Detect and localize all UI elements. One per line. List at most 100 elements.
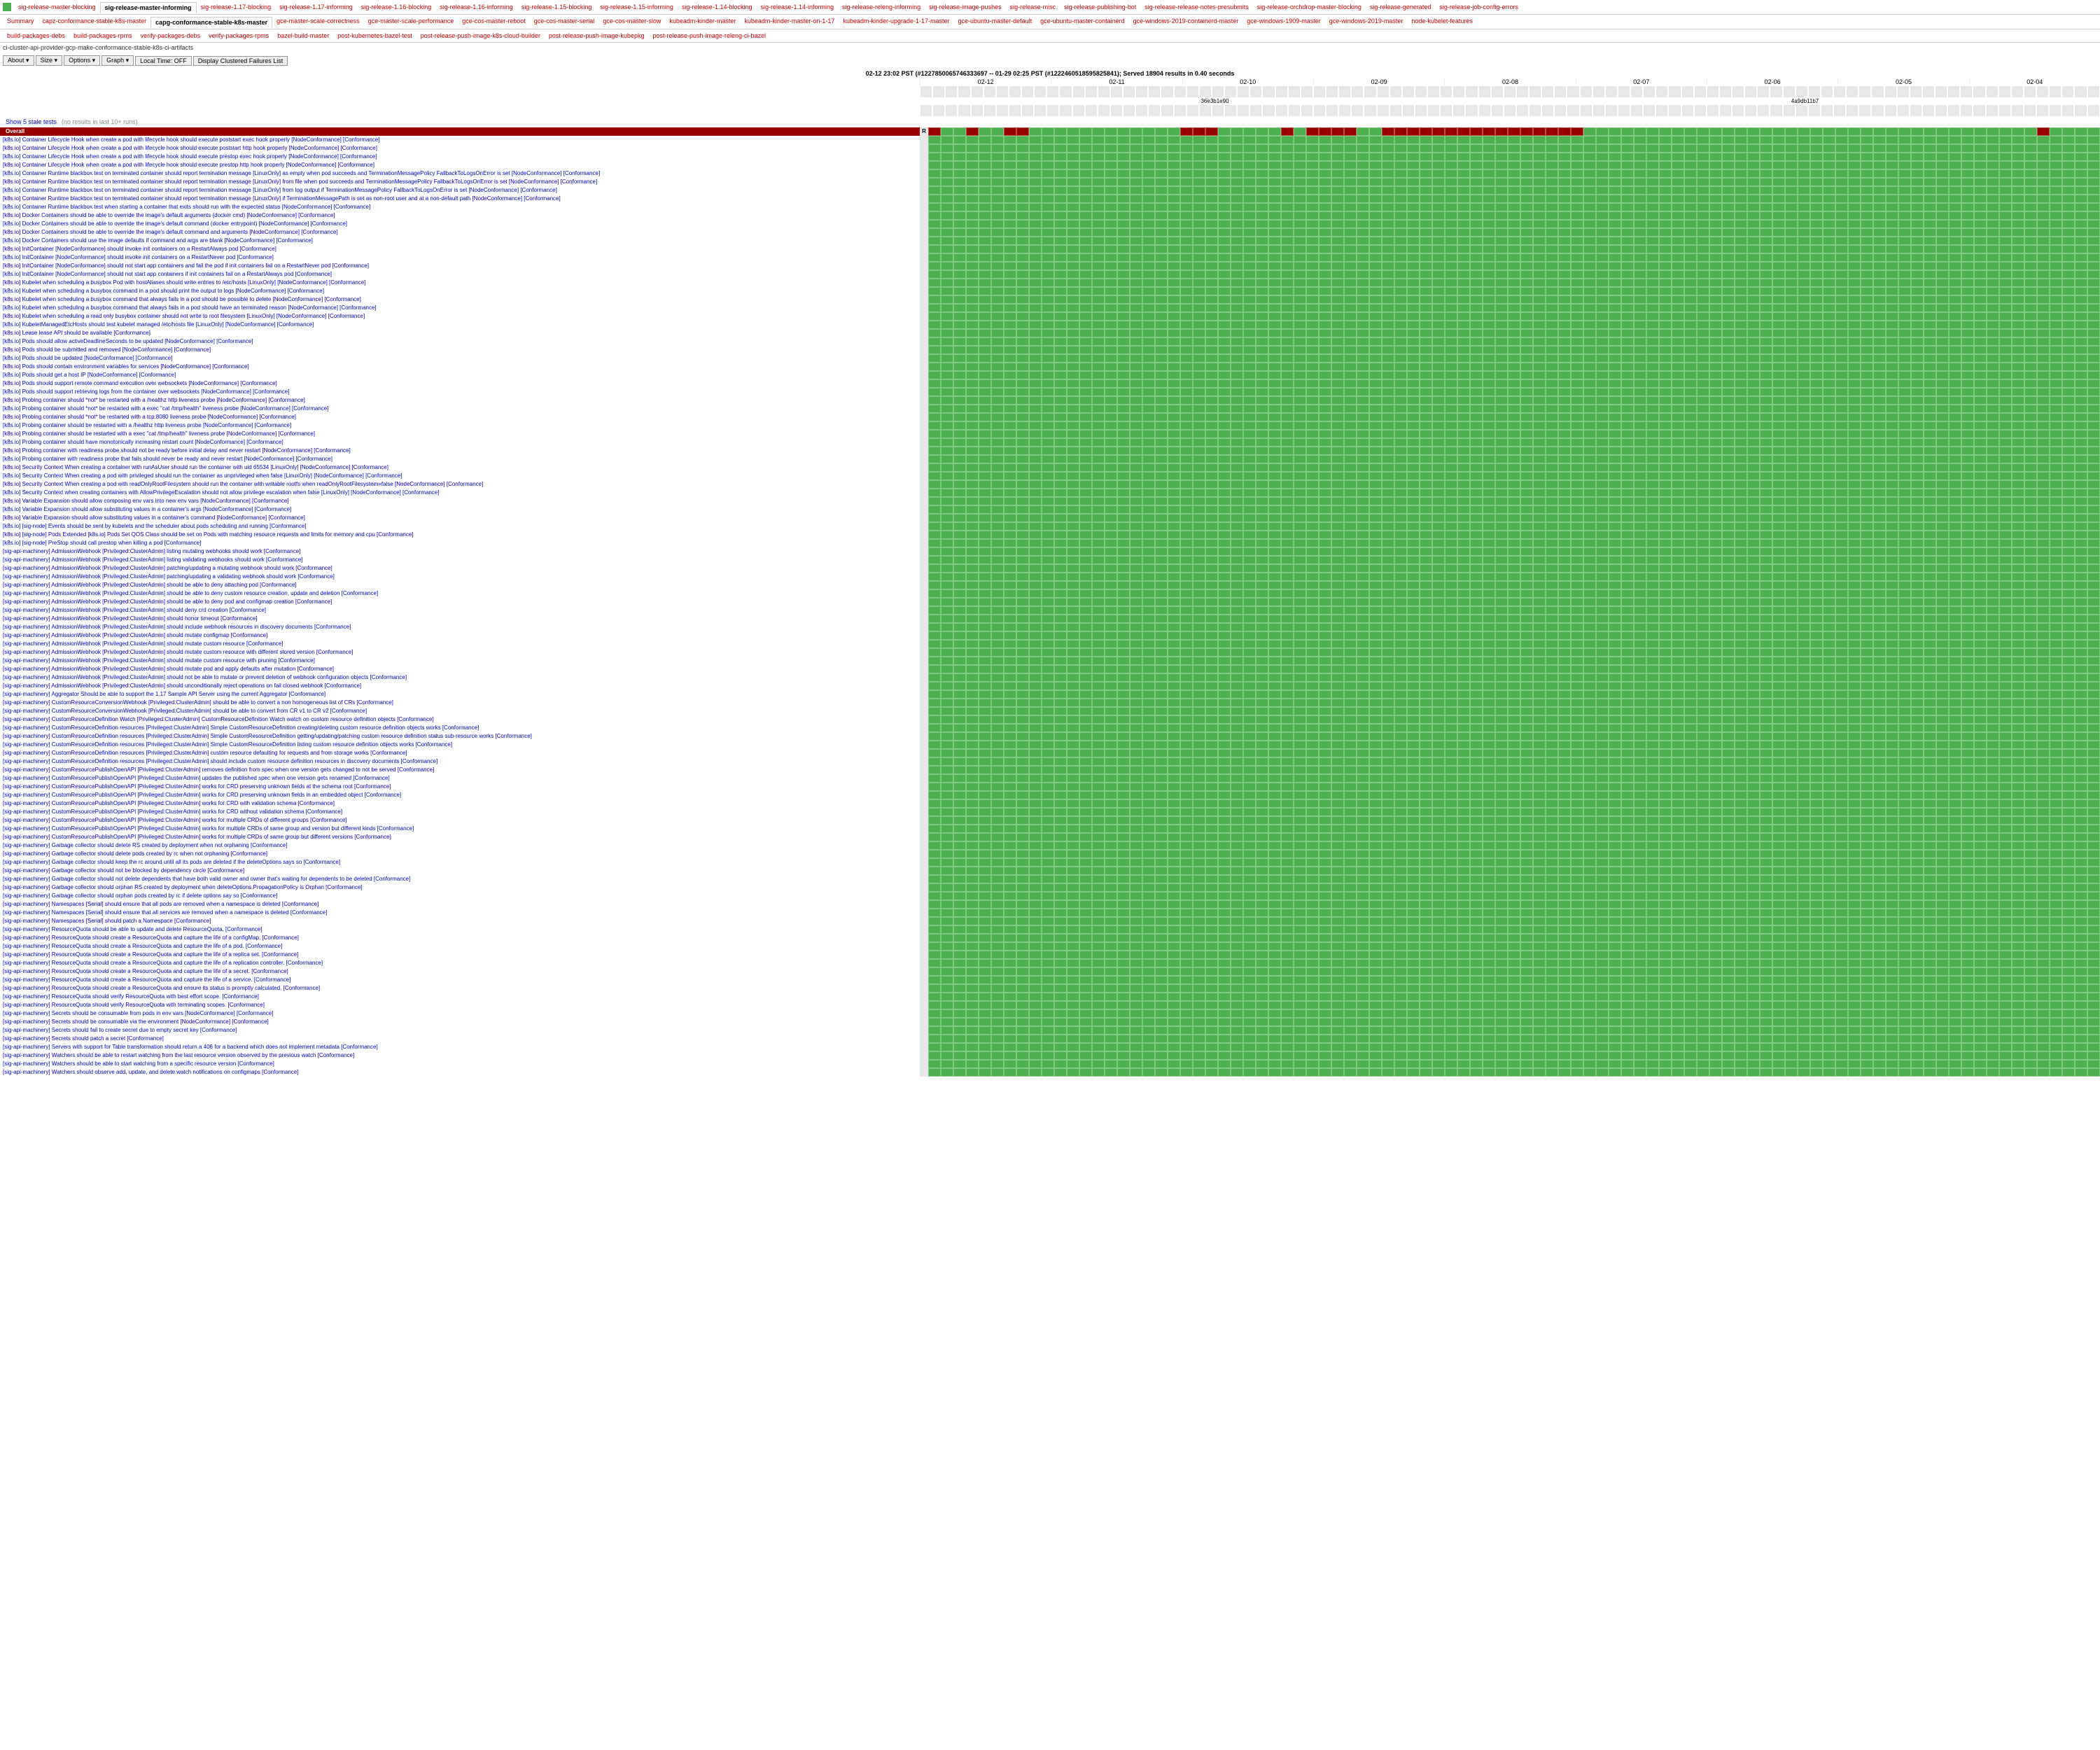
result-cell[interactable] [1810, 363, 1823, 371]
result-cell[interactable] [991, 279, 1004, 287]
result-cell[interactable] [979, 237, 991, 245]
result-cell[interactable] [1546, 287, 1558, 295]
result-cell[interactable] [1243, 195, 1256, 203]
result-cell[interactable] [1911, 438, 1924, 447]
result-cell[interactable] [1445, 354, 1457, 363]
result-cell[interactable] [1281, 472, 1294, 480]
result-cell[interactable] [941, 522, 953, 531]
result-cell[interactable] [1306, 329, 1319, 337]
result-cell[interactable] [1709, 438, 1722, 447]
result-cell[interactable] [2050, 438, 2062, 447]
result-cell[interactable] [1546, 497, 1558, 505]
result-cell[interactable] [1760, 270, 1772, 279]
result-cell[interactable] [1407, 421, 1420, 430]
result-cell[interactable] [1571, 270, 1583, 279]
result-cell[interactable] [1495, 447, 1508, 455]
result-cell[interactable] [1798, 531, 1810, 539]
result-cell[interactable] [1357, 195, 1369, 203]
result-cell[interactable] [941, 270, 953, 279]
result-cell[interactable] [1835, 237, 1848, 245]
result-cell[interactable] [1861, 245, 1873, 253]
result-cell[interactable] [966, 127, 979, 136]
grid-header-cell[interactable] [1846, 85, 1858, 98]
result-cell[interactable] [1659, 505, 1672, 514]
result-cell[interactable] [1520, 312, 1533, 321]
result-cell[interactable] [1394, 169, 1407, 178]
result-cell[interactable] [1987, 169, 1999, 178]
result-cell[interactable] [1016, 287, 1029, 295]
result-cell[interactable] [1835, 337, 1848, 346]
result-cell[interactable] [1546, 186, 1558, 195]
result-cell[interactable] [953, 279, 966, 287]
result-cell[interactable] [1016, 262, 1029, 270]
result-cell[interactable] [1294, 489, 1306, 497]
result-cell[interactable] [2087, 396, 2100, 405]
result-cell[interactable] [1168, 304, 1180, 312]
result-cell[interactable] [1445, 472, 1457, 480]
result-cell[interactable] [1130, 472, 1142, 480]
result-cell[interactable] [1281, 514, 1294, 522]
result-cell[interactable] [1798, 480, 1810, 489]
result-cell[interactable] [1596, 371, 1609, 379]
result-cell[interactable] [1571, 489, 1583, 497]
result-cell[interactable] [1974, 211, 1987, 220]
result-cell[interactable] [2087, 522, 2100, 531]
result-cell[interactable] [1798, 295, 1810, 304]
result-cell[interactable] [1243, 396, 1256, 405]
result-cell[interactable] [1709, 169, 1722, 178]
result-cell[interactable] [2012, 396, 2024, 405]
result-cell[interactable] [1029, 220, 1042, 228]
result-cell[interactable] [2062, 388, 2075, 396]
result-cell[interactable] [1684, 220, 1697, 228]
result-cell[interactable] [1873, 262, 1886, 270]
result-cell[interactable] [1344, 169, 1357, 178]
result-cell[interactable] [1621, 144, 1634, 153]
result-cell[interactable] [1924, 514, 1936, 522]
result-cell[interactable] [1520, 245, 1533, 253]
result-cell[interactable] [1369, 363, 1382, 371]
result-cell[interactable] [2024, 253, 2037, 262]
result-cell[interactable] [979, 489, 991, 497]
result-cell[interactable] [1054, 161, 1067, 169]
result-cell[interactable] [1432, 312, 1445, 321]
result-cell[interactable] [1231, 379, 1243, 388]
result-cell[interactable] [1546, 371, 1558, 379]
result-cell[interactable] [1835, 480, 1848, 489]
grid-header-cell[interactable] [1072, 104, 1085, 117]
result-cell[interactable] [1646, 489, 1659, 497]
result-cell[interactable] [1205, 228, 1218, 237]
result-cell[interactable] [1168, 144, 1180, 153]
result-cell[interactable] [1974, 127, 1987, 136]
result-cell[interactable] [1382, 195, 1394, 203]
grid-header-cell[interactable] [1960, 85, 1973, 98]
result-cell[interactable] [1130, 455, 1142, 463]
result-cell[interactable] [1987, 396, 1999, 405]
result-cell[interactable] [1357, 312, 1369, 321]
result-cell[interactable] [1029, 438, 1042, 447]
grid-header-cell[interactable] [1516, 104, 1529, 117]
result-cell[interactable] [1659, 127, 1672, 136]
result-cell[interactable] [1205, 304, 1218, 312]
top-tab[interactable]: sig-release-1.14-blocking [678, 2, 757, 12]
result-cell[interactable] [2050, 186, 2062, 195]
result-cell[interactable] [1256, 321, 1268, 329]
result-cell[interactable] [1004, 438, 1016, 447]
result-cell[interactable] [1281, 144, 1294, 153]
result-cell[interactable] [1823, 522, 1835, 531]
result-cell[interactable] [1357, 127, 1369, 136]
result-cell[interactable] [1722, 455, 1735, 463]
result-cell[interactable] [1747, 379, 1760, 388]
result-cell[interactable] [1092, 480, 1105, 489]
result-cell[interactable] [2050, 346, 2062, 354]
result-cell[interactable] [1949, 531, 1961, 539]
result-cell[interactable] [1420, 237, 1432, 245]
result-cell[interactable] [1079, 363, 1092, 371]
result-cell[interactable] [1634, 245, 1646, 253]
result-cell[interactable] [1067, 220, 1079, 228]
result-cell[interactable] [1987, 304, 1999, 312]
result-cell[interactable] [1558, 220, 1571, 228]
result-cell[interactable] [1835, 405, 1848, 413]
result-cell[interactable] [2012, 363, 2024, 371]
result-cell[interactable] [1911, 497, 1924, 505]
result-cell[interactable] [2050, 287, 2062, 295]
